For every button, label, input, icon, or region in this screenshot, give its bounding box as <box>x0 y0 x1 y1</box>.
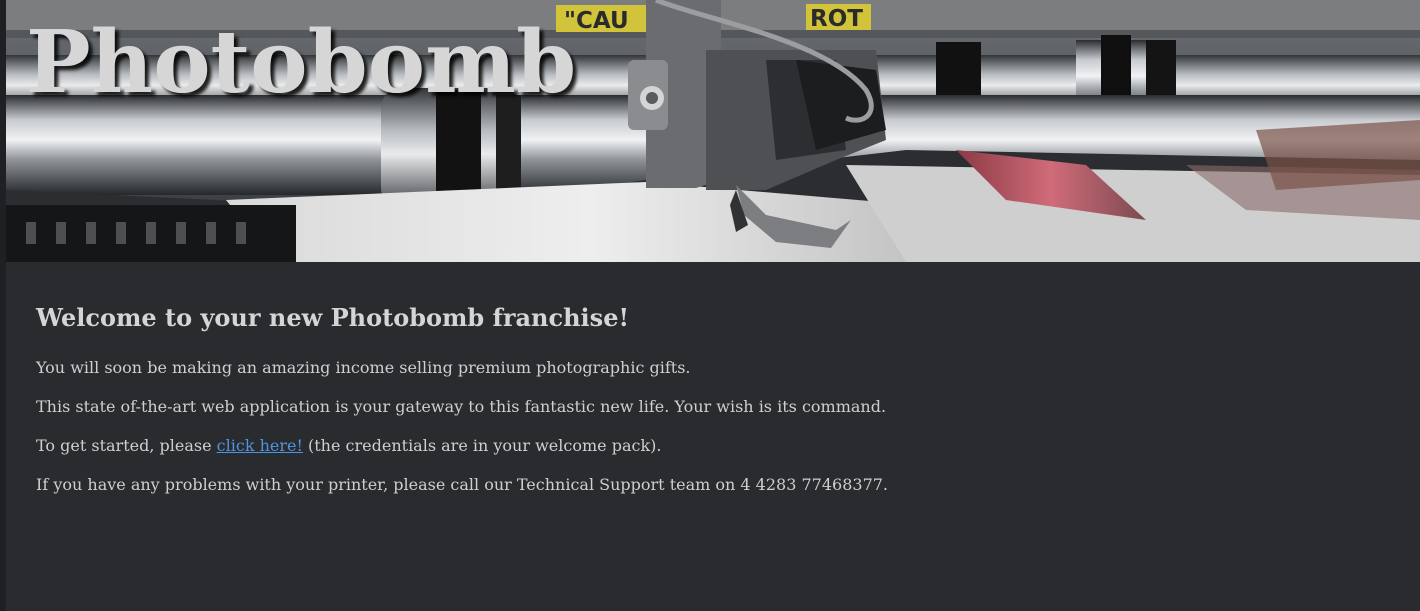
get-started-paragraph: To get started, please click here! (the … <box>36 436 661 455</box>
gateway-paragraph: This state of-the-art web application is… <box>36 397 887 416</box>
welcome-heading: Welcome to your new Photobomb franchise! <box>36 303 629 332</box>
page: "CAU ROT Photobomb Welcome to your new P… <box>0 0 1420 611</box>
credentials-note: (the credentials are in your welcome pac… <box>302 436 662 455</box>
site-title: Photobomb <box>26 12 577 113</box>
welcome-content: Welcome to your new Photobomb franchise!… <box>6 262 1420 611</box>
intro-paragraph: You will soon be making an amazing incom… <box>36 358 691 377</box>
svg-text:ROT: ROT <box>810 6 863 32</box>
support-paragraph: If you have any problems with your print… <box>36 475 889 494</box>
click-here-link[interactable]: click here! <box>217 436 303 455</box>
hero-banner: "CAU ROT Photobomb <box>6 0 1420 262</box>
get-started-text: To get started, please <box>36 436 217 455</box>
